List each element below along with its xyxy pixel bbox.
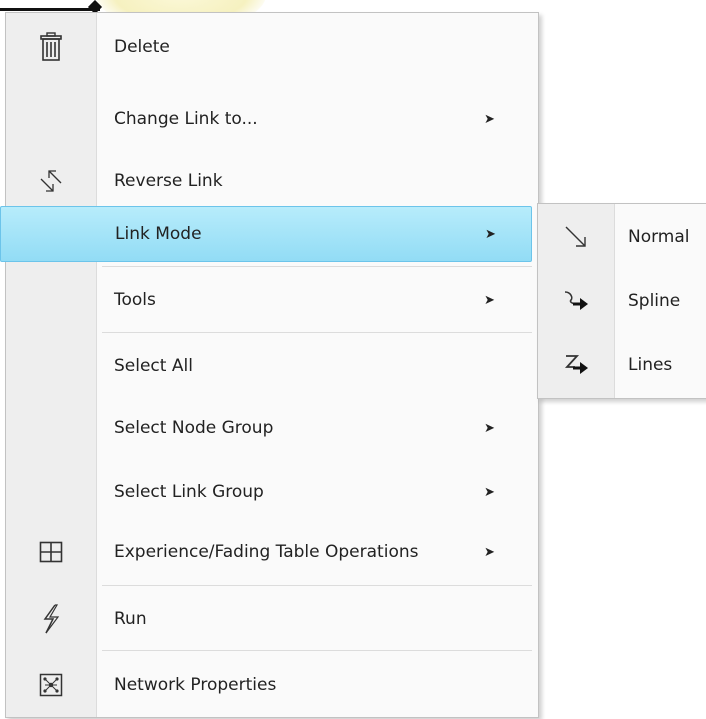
menu-separator: [102, 585, 532, 586]
menu-item-label: Change Link to...: [114, 109, 258, 129]
table-icon: [6, 524, 96, 580]
submenu-arrow-icon: ➤: [484, 111, 495, 127]
menu-item-reverse-link[interactable]: Reverse Link: [6, 153, 538, 209]
menu-item-tools[interactable]: Tools ➤: [6, 272, 538, 328]
submenu-item-label: Normal: [628, 227, 690, 247]
network-icon: [6, 657, 96, 713]
menu-item-label: Network Properties: [114, 675, 277, 695]
submenu-arrow-icon: ➤: [484, 420, 495, 436]
menu-item-run[interactable]: Run: [6, 591, 538, 647]
menu-item-label: Select All: [114, 356, 193, 376]
submenu-arrow-icon: ➤: [484, 292, 495, 308]
menu-item-label: Link Mode: [115, 224, 202, 244]
menu-separator: [102, 332, 532, 333]
menu-separator: [102, 266, 532, 267]
menu-item-select-all[interactable]: Select All: [6, 338, 538, 394]
lightning-icon: [6, 591, 96, 647]
submenu-item-normal[interactable]: Normal: [538, 207, 706, 267]
menu-item-delete[interactable]: Delete: [6, 19, 538, 75]
link-mode-submenu: Normal Spline Lines: [537, 203, 706, 399]
menu-item-network-properties[interactable]: Network Properties: [6, 657, 538, 713]
submenu-item-label: Spline: [628, 291, 681, 311]
menu-item-label: Delete: [114, 37, 170, 57]
menu-item-experience-fading-table[interactable]: Experience/Fading Table Operations ➤: [6, 524, 538, 580]
lines-link-icon: [538, 335, 614, 395]
background-link: [0, 8, 100, 11]
spline-link-icon: [538, 271, 614, 331]
menu-item-label: Experience/Fading Table Operations: [114, 542, 419, 562]
menu-item-label: Tools: [114, 290, 156, 310]
menu-item-label: Select Node Group: [114, 418, 274, 438]
menu-item-label: Select Link Group: [114, 482, 264, 502]
submenu-item-label: Lines: [628, 355, 673, 375]
menu-item-change-link-to[interactable]: Change Link to... ➤: [6, 91, 538, 147]
submenu-arrow-icon: ➤: [484, 484, 495, 500]
menu-item-link-mode[interactable]: Link Mode ➤: [0, 206, 532, 262]
trash-icon: [6, 19, 96, 75]
canvas: Delete Change Link to... ➤ Reverse Link …: [0, 0, 706, 719]
menu-item-label: Run: [114, 609, 147, 629]
context-menu: Delete Change Link to... ➤ Reverse Link …: [0, 12, 539, 718]
menu-item-label: Reverse Link: [114, 171, 223, 191]
menu-separator: [102, 650, 532, 651]
submenu-item-lines[interactable]: Lines: [538, 335, 706, 395]
normal-link-icon: [538, 207, 614, 267]
reverse-link-icon: [6, 153, 96, 209]
submenu-item-spline[interactable]: Spline: [538, 271, 706, 331]
menu-item-select-link-group[interactable]: Select Link Group ➤: [6, 464, 538, 520]
menu-item-select-node-group[interactable]: Select Node Group ➤: [6, 400, 538, 456]
submenu-arrow-icon: ➤: [485, 226, 496, 242]
submenu-arrow-icon: ➤: [484, 544, 495, 560]
